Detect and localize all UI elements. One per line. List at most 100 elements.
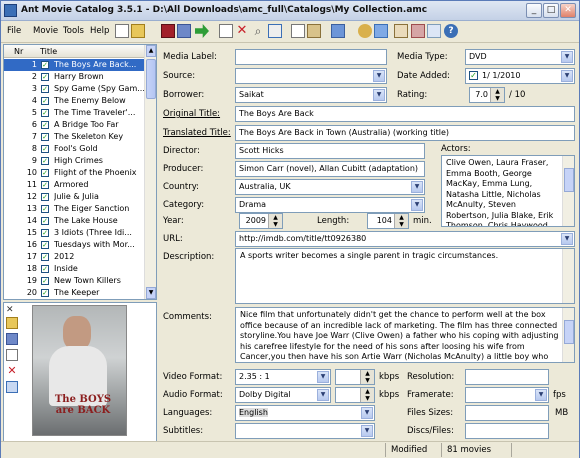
- maximize-button[interactable]: □: [543, 3, 559, 18]
- director-field[interactable]: Scott Hicks: [235, 143, 425, 159]
- audio-format-select[interactable]: Dolby Digital ▼: [235, 387, 331, 403]
- list-item-checkbox[interactable]: ✓: [41, 193, 49, 201]
- video-bitrate-field[interactable]: ▲ ▼: [335, 369, 375, 385]
- scroll-thumb[interactable]: [564, 320, 574, 344]
- column-title[interactable]: Title: [40, 47, 57, 56]
- chevron-down-icon[interactable]: ▼: [561, 51, 573, 63]
- year-field[interactable]: 2009 ▲ ▼: [239, 213, 283, 229]
- save-picture-icon[interactable]: [6, 333, 18, 345]
- url-select[interactable]: http://imdb.com/title/tt0926380 ▼: [235, 231, 575, 247]
- list-item[interactable]: 13 ✓ The Eiger Sanction: [4, 203, 145, 215]
- copy-picture-icon[interactable]: [6, 349, 18, 361]
- list-item[interactable]: 18 ✓ Inside: [4, 263, 145, 275]
- length-spinner[interactable]: ▲ ▼: [394, 214, 408, 228]
- list-item-checkbox[interactable]: ✓: [41, 181, 49, 189]
- files-sizes-field[interactable]: [465, 405, 549, 421]
- audio-bitrate-spinner[interactable]: ▲ ▼: [360, 388, 374, 402]
- list-item-checkbox[interactable]: ✓: [41, 205, 49, 213]
- list-item-checkbox[interactable]: ✓: [41, 133, 49, 141]
- view-icon[interactable]: [268, 24, 282, 38]
- chevron-down-icon[interactable]: ▼: [361, 407, 373, 419]
- picture-info-icon[interactable]: [6, 381, 18, 393]
- list-item-checkbox[interactable]: ✓: [41, 121, 49, 129]
- list-item[interactable]: 12 ✓ Julie & Julia: [4, 191, 145, 203]
- chevron-down-icon[interactable]: ▼: [317, 389, 329, 401]
- borrower-select[interactable]: Saikat ▼: [235, 87, 387, 103]
- script-icon[interactable]: [331, 24, 345, 38]
- list-item[interactable]: 8 ✓ Fool's Gold: [4, 143, 145, 155]
- chevron-down-icon[interactable]: ▼: [561, 233, 573, 245]
- picture-icon[interactable]: [411, 24, 425, 38]
- exit-icon[interactable]: [195, 24, 209, 38]
- add-movie-icon[interactable]: [219, 24, 233, 38]
- menu-help[interactable]: Help: [90, 26, 109, 36]
- list-item-checkbox[interactable]: ✓: [41, 229, 49, 237]
- find-icon[interactable]: ⌕: [251, 24, 265, 38]
- column-nr[interactable]: Nr: [14, 47, 23, 56]
- save-icon[interactable]: [161, 24, 175, 38]
- list-item[interactable]: 10 ✓ Flight of the Phoenix: [4, 167, 145, 179]
- chevron-down-icon[interactable]: ▼: [373, 70, 385, 82]
- open-icon[interactable]: [131, 24, 145, 38]
- copy-icon[interactable]: [291, 24, 305, 38]
- actors-scrollbar[interactable]: [562, 156, 574, 226]
- list-item-checkbox[interactable]: ✓: [41, 241, 49, 249]
- audio-bitrate-field[interactable]: ▲ ▼: [335, 387, 375, 403]
- delete-movie-icon[interactable]: ✕: [235, 24, 249, 38]
- chevron-down-icon[interactable]: ▼: [561, 70, 573, 82]
- chevron-down-icon[interactable]: ▼: [361, 425, 373, 437]
- statistics-icon[interactable]: [358, 24, 372, 38]
- list-item[interactable]: 11 ✓ Armored: [4, 179, 145, 191]
- list-item-checkbox[interactable]: ✓: [41, 61, 49, 69]
- country-select[interactable]: Australia, UK ▼: [235, 179, 425, 195]
- comments-scrollbar[interactable]: [562, 308, 574, 362]
- year-spinner[interactable]: ▲ ▼: [268, 214, 282, 228]
- category-select[interactable]: Drama ▼: [235, 197, 425, 213]
- original-title-field[interactable]: The Boys Are Back: [235, 106, 575, 122]
- list-item[interactable]: 2 ✓ Harry Brown: [4, 71, 145, 83]
- chevron-down-icon[interactable]: ▼: [535, 389, 547, 401]
- list-item[interactable]: 15 ✓ 3 Idiots (Three Idi...: [4, 227, 145, 239]
- list-item[interactable]: 5 ✓ The Time Traveler'...: [4, 107, 145, 119]
- languages-select[interactable]: English ▼: [235, 405, 375, 421]
- minimize-button[interactable]: _: [526, 3, 542, 18]
- list-item-checkbox[interactable]: ✓: [41, 253, 49, 261]
- list-item[interactable]: 19 ✓ New Town Killers: [4, 275, 145, 287]
- save-as-icon[interactable]: [177, 24, 191, 38]
- list-item-checkbox[interactable]: ✓: [41, 109, 49, 117]
- scroll-up-arrow-icon[interactable]: ▲: [146, 45, 156, 57]
- list-scrollbar[interactable]: ▲ ▼: [144, 45, 156, 299]
- edit-icon[interactable]: [427, 24, 441, 38]
- discs-files-field[interactable]: [465, 423, 549, 439]
- scroll-thumb[interactable]: [146, 59, 156, 99]
- tools-icon[interactable]: [374, 24, 388, 38]
- list-item-checkbox[interactable]: ✓: [41, 97, 49, 105]
- list-item[interactable]: 6 ✓ A Bridge Too Far: [4, 119, 145, 131]
- list-item[interactable]: 14 ✓ The Lake House: [4, 215, 145, 227]
- close-button[interactable]: ✕: [560, 3, 576, 18]
- description-textarea[interactable]: A sports writer becomes a single parent …: [235, 248, 575, 304]
- list-item-checkbox[interactable]: ✓: [41, 169, 49, 177]
- menu-movie[interactable]: Movie: [33, 26, 58, 36]
- help-icon[interactable]: ?: [444, 24, 458, 38]
- list-item-checkbox[interactable]: ✓: [41, 265, 49, 273]
- list-item[interactable]: 3 ✓ Spy Game (Spy Gam...: [4, 83, 145, 95]
- list-item-checkbox[interactable]: ✓: [41, 157, 49, 165]
- framerate-select[interactable]: ▼: [465, 387, 549, 403]
- list-item-checkbox[interactable]: ✓: [41, 85, 49, 93]
- list-item-checkbox[interactable]: ✓: [41, 145, 49, 153]
- video-format-select[interactable]: 2.35 : 1 ▼: [235, 369, 331, 385]
- date-added-checkbox[interactable]: ✓: [469, 71, 478, 80]
- list-item-checkbox[interactable]: ✓: [41, 217, 49, 225]
- source-select[interactable]: ▼: [235, 68, 387, 84]
- chevron-down-icon[interactable]: ▼: [373, 89, 385, 101]
- movie-info-icon[interactable]: [394, 24, 408, 38]
- list-item-checkbox[interactable]: ✓: [41, 289, 49, 297]
- translated-title-field[interactable]: The Boys Are Back in Town (Australia) (w…: [235, 125, 575, 141]
- list-item[interactable]: 16 ✓ Tuesdays with Mor...: [4, 239, 145, 251]
- chevron-down-icon[interactable]: ▼: [317, 371, 329, 383]
- media-type-select[interactable]: DVD ▼: [465, 49, 575, 65]
- producer-field[interactable]: Simon Carr (novel), Allan Cubitt (adapta…: [235, 161, 425, 177]
- comments-textarea[interactable]: Nice film that unfortunately didn't get …: [235, 307, 575, 363]
- list-item[interactable]: 4 ✓ The Enemy Below: [4, 95, 145, 107]
